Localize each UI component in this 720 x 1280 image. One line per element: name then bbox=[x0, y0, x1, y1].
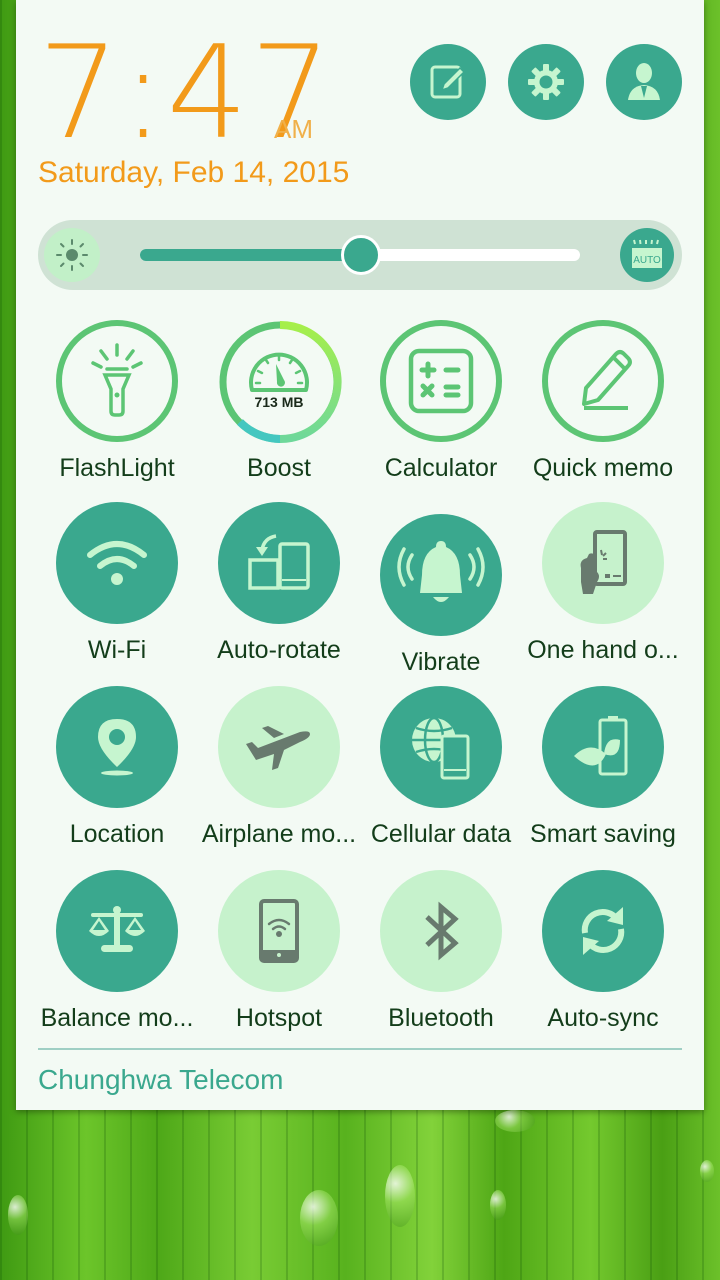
user-icon bbox=[628, 63, 660, 100]
balance-mode-toggle[interactable] bbox=[56, 870, 178, 992]
tile-label: Auto-rotate bbox=[217, 636, 341, 664]
one-hand-icon bbox=[580, 530, 627, 594]
tile-label: Quick memo bbox=[532, 454, 674, 482]
gear-icon bbox=[528, 64, 564, 100]
water-drop bbox=[300, 1190, 338, 1246]
scale-icon bbox=[89, 906, 145, 952]
tile-balance-mode[interactable]: Balance mo... bbox=[36, 870, 198, 1033]
tile-label: FlashLight bbox=[59, 454, 175, 482]
tile-label: Vibrate bbox=[401, 648, 481, 676]
wifi-icon bbox=[87, 541, 147, 585]
tile-cellular-data[interactable]: Cellular data bbox=[360, 686, 522, 849]
sync-icon bbox=[581, 907, 625, 955]
one-hand-toggle[interactable] bbox=[542, 502, 664, 624]
tile-label: Smart saving bbox=[530, 820, 676, 848]
tile-flashlight[interactable]: FlashLight bbox=[36, 320, 198, 483]
tile-label: Wi-Fi bbox=[87, 636, 147, 664]
flashlight-icon bbox=[91, 343, 143, 417]
vibrate-toggle[interactable] bbox=[380, 514, 502, 636]
settings-button[interactable] bbox=[508, 44, 584, 120]
rotate-icon bbox=[248, 534, 310, 590]
tile-label: One hand o... bbox=[527, 636, 679, 664]
clock-time: 7:47 bbox=[38, 19, 334, 168]
auto-rotate-toggle[interactable] bbox=[218, 502, 340, 624]
tile-auto-sync[interactable]: Auto-sync bbox=[522, 870, 684, 1033]
carrier-name: Chunghwa Telecom bbox=[38, 1064, 284, 1095]
tile-label: Location bbox=[69, 820, 165, 848]
calculator-button[interactable] bbox=[380, 320, 502, 442]
location-pin-icon bbox=[98, 719, 136, 776]
water-drop bbox=[490, 1190, 506, 1220]
wifi-toggle[interactable] bbox=[56, 502, 178, 624]
tile-airplane[interactable]: Airplane mo... bbox=[198, 686, 360, 849]
clock-ampm: AM bbox=[274, 114, 313, 144]
edit-note-icon bbox=[430, 65, 466, 99]
tile-quick-memo[interactable]: Quick memo bbox=[522, 320, 684, 483]
quick-note-button[interactable] bbox=[410, 44, 486, 120]
tile-label: Bluetooth bbox=[388, 1004, 494, 1032]
clock-date[interactable]: Saturday, Feb 14, 2015 bbox=[38, 156, 349, 190]
bluetooth-icon bbox=[425, 901, 459, 961]
brightness-bar: AUTO bbox=[38, 220, 682, 290]
flashlight-toggle[interactable] bbox=[56, 320, 178, 442]
tile-vibrate[interactable]: Vibrate bbox=[360, 514, 522, 677]
bluetooth-toggle[interactable] bbox=[380, 870, 502, 992]
calculator-icon bbox=[408, 348, 474, 414]
hotspot-toggle[interactable] bbox=[218, 870, 340, 992]
quick-memo-button[interactable] bbox=[542, 320, 664, 442]
tile-smart-saving[interactable]: Smart saving bbox=[522, 686, 684, 849]
airplane-icon bbox=[246, 726, 310, 770]
location-toggle[interactable] bbox=[56, 686, 178, 808]
tile-label: Balance mo... bbox=[40, 1004, 194, 1032]
tile-one-hand[interactable]: One hand o... bbox=[522, 502, 684, 665]
tile-location[interactable]: Location bbox=[36, 686, 198, 849]
brightness-fill bbox=[140, 249, 360, 261]
tile-label: Airplane mo... bbox=[201, 820, 357, 848]
brightness-slider[interactable] bbox=[140, 235, 580, 275]
tile-calculator[interactable]: Calculator bbox=[360, 320, 522, 483]
auto-brightness-button[interactable]: AUTO bbox=[620, 228, 674, 282]
hotspot-icon bbox=[259, 899, 299, 963]
water-drop bbox=[700, 1160, 714, 1182]
tile-label: Cellular data bbox=[370, 820, 512, 848]
water-drop bbox=[495, 1110, 535, 1132]
tile-wifi[interactable]: Wi-Fi bbox=[36, 502, 198, 665]
cellular-data-toggle[interactable] bbox=[380, 686, 502, 808]
auto-label: AUTO bbox=[633, 255, 661, 266]
battery-leaf-icon bbox=[574, 716, 628, 776]
tile-label: Boost bbox=[247, 454, 311, 482]
auto-brightness-icon: AUTO bbox=[632, 239, 662, 268]
tile-bluetooth[interactable]: Bluetooth bbox=[360, 870, 522, 1033]
tile-hotspot[interactable]: Hotspot bbox=[198, 870, 360, 1033]
globe-phone-icon bbox=[412, 716, 470, 780]
tile-label: Hotspot bbox=[235, 1004, 323, 1032]
bell-icon bbox=[397, 541, 485, 602]
divider bbox=[38, 1048, 682, 1050]
brightness-thumb[interactable] bbox=[341, 235, 381, 275]
auto-sync-toggle[interactable] bbox=[542, 870, 664, 992]
water-drop bbox=[385, 1165, 415, 1227]
boost-button[interactable]: 713 MB bbox=[218, 320, 342, 443]
tile-label: Calculator bbox=[384, 454, 498, 482]
smart-saving-toggle[interactable] bbox=[542, 686, 664, 808]
tile-boost[interactable]: 713 MB Boost bbox=[198, 320, 360, 483]
airplane-toggle[interactable] bbox=[218, 686, 340, 808]
boost-memory: 713 MB bbox=[238, 394, 320, 410]
user-profile-button[interactable] bbox=[606, 44, 682, 120]
quick-settings-panel: 7:47 AM Saturday, Feb 14, 2015 AUTO Flas… bbox=[16, 0, 704, 1110]
pencil-icon bbox=[582, 350, 632, 410]
water-drop bbox=[8, 1195, 28, 1235]
sun-icon bbox=[56, 239, 88, 271]
tile-auto-rotate[interactable]: Auto-rotate bbox=[198, 502, 360, 665]
brightness-low-button[interactable] bbox=[44, 228, 100, 282]
tile-label: Auto-sync bbox=[547, 1004, 659, 1032]
